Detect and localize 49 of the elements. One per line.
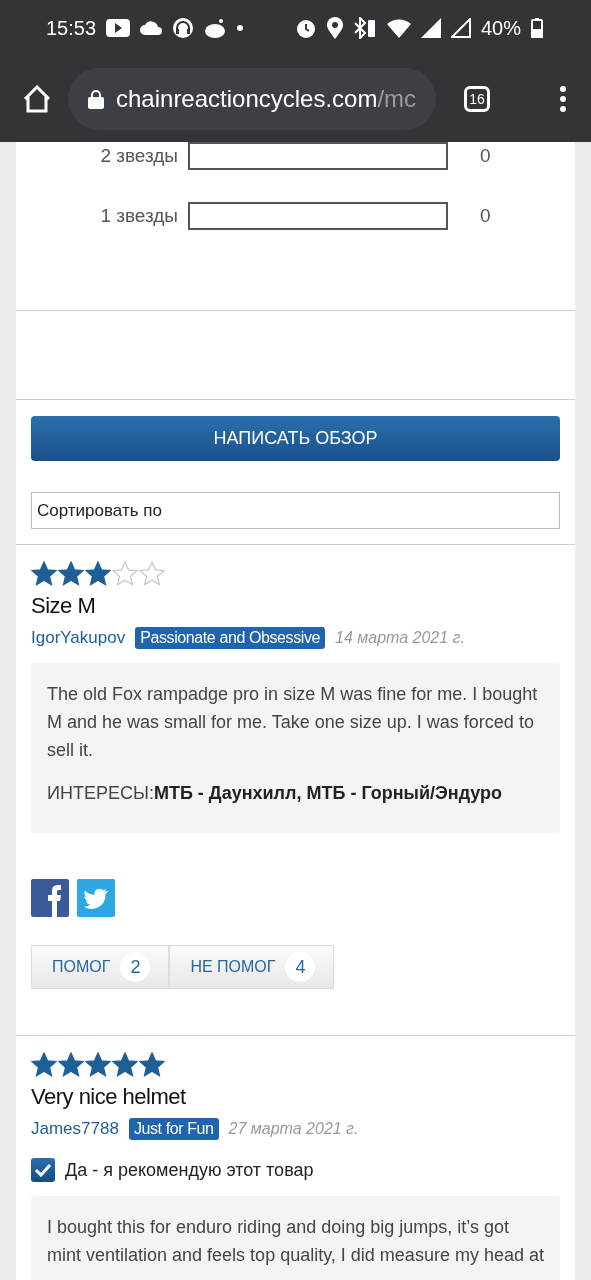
rating-label: 2 звезды xyxy=(99,145,179,167)
play-icon xyxy=(106,19,131,37)
checkbox[interactable] xyxy=(31,1158,55,1182)
recommend-label: Да - я рекомендую этот товар xyxy=(65,1159,314,1181)
author-link[interactable]: James7788 xyxy=(31,1119,119,1139)
facebook-icon[interactable] xyxy=(31,879,69,917)
alarm-icon xyxy=(294,17,317,39)
write-review-button[interactable]: НАПИСАТЬ ОБЗОР xyxy=(31,416,560,461)
address-bar[interactable]: chainreactioncycles.com/mc xyxy=(68,68,436,130)
filled-star-icon xyxy=(85,561,111,587)
clock: 15:53 xyxy=(46,16,97,40)
sort-field[interactable]: Сортировать по xyxy=(31,492,560,529)
signal-icon xyxy=(450,18,471,38)
bluetooth-icon xyxy=(352,17,377,39)
reviewer-badge: Just for Fun xyxy=(128,1118,219,1140)
rating-count: 0 xyxy=(480,145,491,167)
wifi-icon xyxy=(386,18,411,38)
signal-icon xyxy=(420,18,441,38)
cloud-icon xyxy=(140,21,163,35)
filled-star-icon xyxy=(85,1052,111,1078)
filled-star-icon xyxy=(112,1052,138,1078)
battery-icon xyxy=(531,18,543,38)
tab-count-button[interactable]: 16 xyxy=(464,86,490,112)
filled-star-icon xyxy=(58,1052,84,1078)
interests-text: ИНТЕРЕСЫ:МТБ - Даунхилл, МТБ - Горный/Эндуро xyxy=(47,782,504,805)
filled-star-icon xyxy=(31,561,57,587)
dot-icon xyxy=(236,24,245,32)
lock-icon xyxy=(88,89,104,109)
filled-star-icon xyxy=(139,1052,165,1078)
rating-label: 1 звезды xyxy=(99,205,179,227)
review-date: 27 марта 2021 г. xyxy=(228,1120,359,1138)
filled-star-icon xyxy=(31,1052,57,1078)
vote-button[interactable]: НЕ ПОМОГ 4 xyxy=(169,945,335,989)
rating-count: 0 xyxy=(480,205,491,227)
more-icon[interactable] xyxy=(559,86,567,112)
headphones-icon xyxy=(172,17,195,39)
review-text: I bought this for enduro riding and doing big jumps, it’s got mint ventilation and feels top quality, I did measure my head at xyxy=(47,1216,544,1267)
review-text: The old Fox rampadge pro in size M was fine for me. I bought M and he was small for me. Take one size up. I was forced to sell it. xyxy=(47,683,539,762)
filled-star-icon xyxy=(58,561,84,587)
battery-percent: 40% xyxy=(480,16,521,40)
review-title: Size M xyxy=(31,593,96,619)
twitter-icon[interactable] xyxy=(77,879,115,917)
home-icon[interactable] xyxy=(22,85,52,113)
location-icon xyxy=(326,17,343,39)
review-date: 14 марта 2021 г. xyxy=(335,629,465,647)
vote-button[interactable]: ПОМОГ 2 xyxy=(31,945,170,989)
reviewer-badge: Passionate and Obsessive xyxy=(135,627,326,649)
review-title: Very nice helmet xyxy=(31,1084,186,1110)
author-link[interactable]: IgorYakupov xyxy=(31,628,126,648)
